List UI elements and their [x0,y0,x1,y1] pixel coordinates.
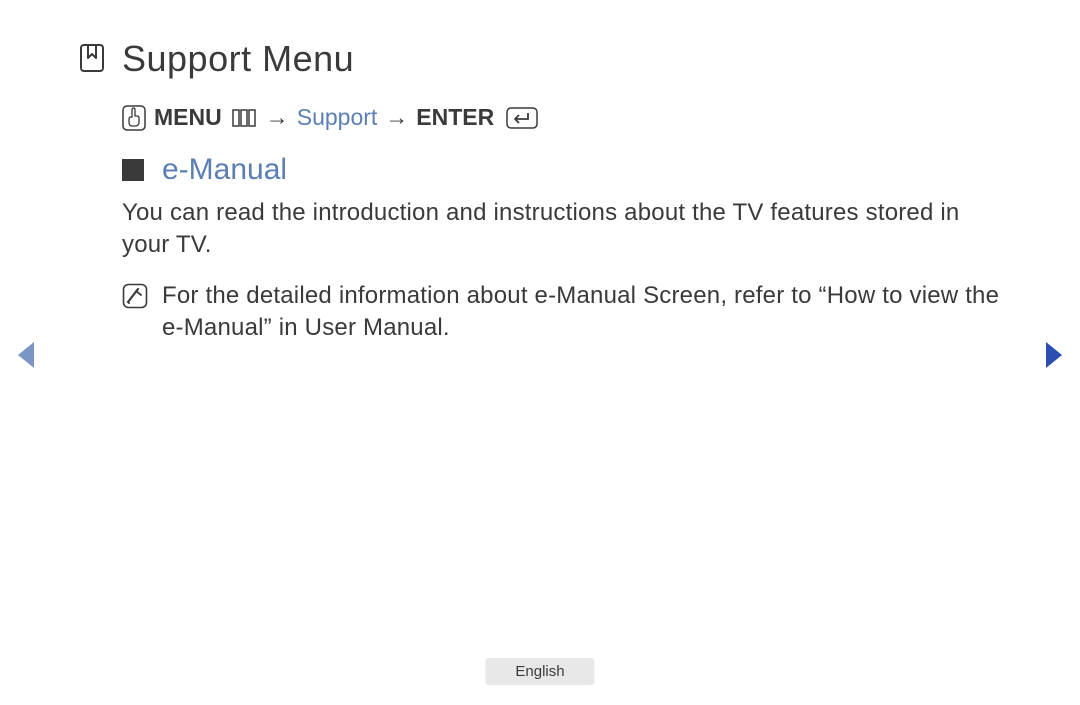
nav-support-label: Support [297,104,378,131]
nav-arrow: → [385,104,408,131]
menu-button-icon [232,109,256,127]
nav-menu-label: MENU [154,104,222,131]
square-bullet-icon [122,159,144,181]
next-page-button[interactable] [1044,340,1066,375]
title-row: Support Menu [80,38,1000,80]
section-heading: e-Manual [162,153,287,187]
bookmark-icon [80,44,104,72]
nav-path: MENU → Support → ENTER [122,104,1000,131]
note-row: For the detailed information about e-Man… [122,280,1000,345]
note-text: For the detailed information about e-Man… [162,280,1000,345]
nav-arrow: → [266,104,289,131]
enter-button-icon [506,107,538,129]
prev-page-button[interactable] [14,340,36,375]
section-body: You can read the introduction and instru… [122,197,1000,262]
page-title: Support Menu [122,38,354,80]
nav-enter-label: ENTER [416,104,494,131]
note-icon [122,283,148,309]
language-badge: English [485,658,594,685]
section-heading-row: e-Manual [122,153,1000,187]
hand-icon [122,105,146,131]
